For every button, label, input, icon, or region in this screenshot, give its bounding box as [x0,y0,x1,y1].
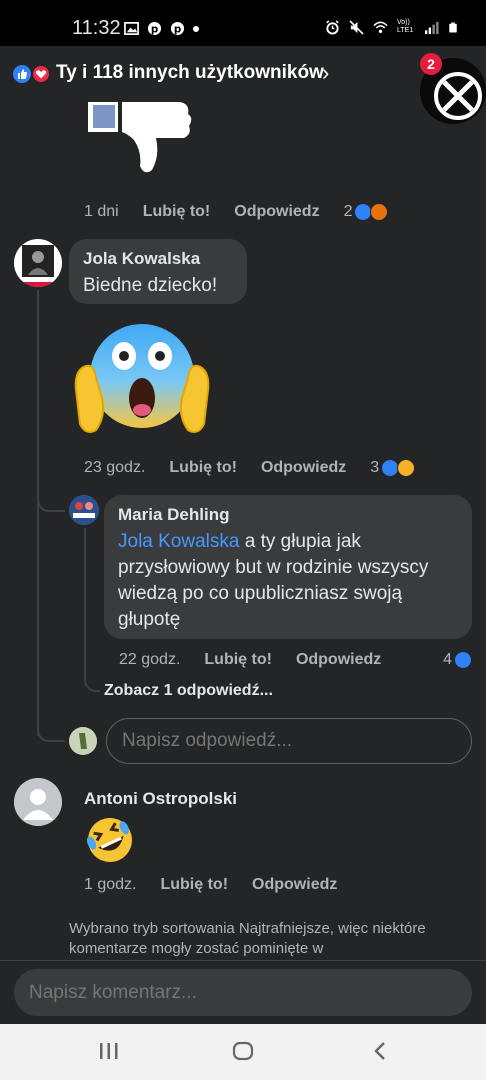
rolling-laughing-emoji [84,815,136,870]
comment-meta: 1 dni Lubię to! Odpowiedz 2 [84,203,389,221]
status-left-icons: p p [124,21,199,36]
comment-bubble[interactable]: Jola Kowalska Biedne dziecko! [69,239,247,304]
thread-connector [84,660,100,692]
battery-icon [449,22,457,32]
recent-apps-icon [100,1043,118,1059]
see-replies-link[interactable]: Zobacz 1 odpowiedź... [104,682,273,700]
alarm-icon [326,19,339,35]
chevron-right-icon[interactable]: › [322,60,329,86]
like-button[interactable]: Lubię to! [160,876,228,894]
screaming-face-emoji [72,320,212,443]
reply-input[interactable] [106,718,472,764]
comment-time[interactable]: 22 godz. [119,651,180,669]
gallery-icon [124,22,139,35]
reply-button[interactable]: Odpowiedz [296,651,381,669]
notification-dot-icon [193,25,199,32]
comment-author[interactable]: Jola Kowalska [83,249,233,269]
reactions-summary[interactable]: Ty i 118 innych użytkowników [56,62,324,84]
reaction-count[interactable]: 2 [344,203,389,221]
signal-icon [424,21,439,34]
wifi-icon [373,21,388,33]
reply-button[interactable]: Odpowiedz [261,459,346,477]
network-label: Vo)) LTE1 [397,19,414,34]
comment-author[interactable]: Maria Dehling [118,505,458,525]
reaction-count-value: 3 [370,459,380,476]
comment-time[interactable]: 23 godz. [84,459,145,477]
comment-meta: 23 godz. Lubię to! Odpowiedz 3 [84,459,416,477]
status-time: 11:32 [72,17,121,39]
comment-meta: 1 godz. Lubię to! Odpowiedz [84,876,337,894]
like-button[interactable]: Lubię to! [143,203,211,221]
back-icon [374,1042,385,1060]
reaction-count[interactable]: 3 [370,459,416,477]
reaction-count[interactable]: 4 [443,651,472,669]
back-button[interactable] [372,1040,388,1067]
avatar[interactable] [69,495,99,525]
pinterest-icon: p [147,21,162,35]
reply-button[interactable]: Odpowiedz [234,203,319,221]
sad-icon [397,459,416,477]
status-right-icons: Vo)) LTE1 [325,19,458,35]
like-icon [454,651,472,669]
comment-text: Biedne dziecko! [83,275,218,296]
svg-text:p: p [174,23,181,35]
comment-input[interactable] [14,969,472,1016]
svg-text:p: p [151,23,158,35]
angry-icon [370,203,389,221]
home-icon [232,1041,254,1061]
home-button[interactable] [232,1040,254,1067]
user-avatar [69,727,97,755]
reaction-count-value: 2 [343,203,353,220]
reaction-count-value: 4 [443,651,452,668]
comment-text: Jola Kowalska a ty głupia jak przysłowio… [118,529,458,633]
comment-author[interactable]: Antoni Ostropolski [84,789,237,809]
recent-apps-button[interactable] [99,1040,119,1067]
thread-line [84,528,86,678]
thread-line [37,290,39,736]
like-icon [13,65,31,83]
mute-icon [349,19,364,35]
comment-mention[interactable]: Jola Kowalska [118,531,239,552]
reply-button[interactable]: Odpowiedz [252,876,337,894]
thread-connector [37,700,65,742]
like-button[interactable]: Lubię to! [204,651,272,669]
like-button[interactable]: Lubię to! [169,459,237,477]
avatar[interactable] [14,239,62,287]
love-icon [32,65,50,83]
avatar[interactable] [14,778,62,826]
pinterest-icon: p [170,21,185,35]
comment-bubble[interactable]: Maria Dehling Jola Kowalska a ty głupia … [104,495,472,639]
sort-note: Wybrano tryb sortowania Najtrafniejsze, … [69,920,426,957]
comment-time[interactable]: 1 godz. [84,876,136,894]
comment-meta: 22 godz. Lubię to! Odpowiedz 4 [119,651,472,669]
thread-connector [37,490,65,512]
comment-time[interactable]: 1 dni [84,203,119,221]
chat-head-badge: 2 [420,53,442,75]
thumbs-down-sticker [86,100,196,181]
